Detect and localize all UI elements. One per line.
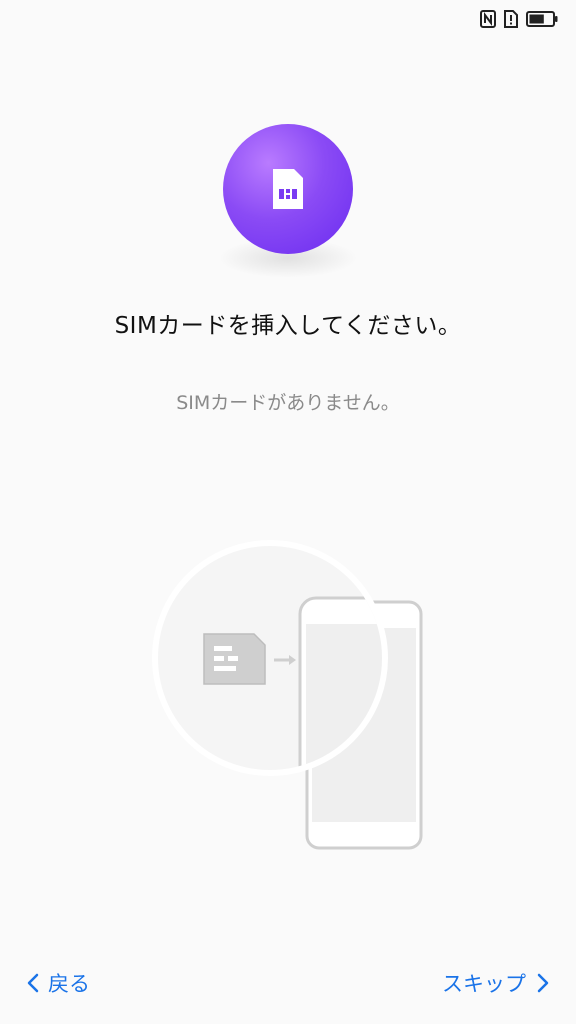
- skip-label: スキップ: [442, 972, 526, 996]
- page-subtitle: SIMカードがありません。: [176, 392, 400, 414]
- sim-card-icon: [270, 167, 306, 211]
- status-bar: [0, 0, 576, 36]
- page-title: SIMカードを挿入してください。: [114, 313, 462, 339]
- nfc-icon: [480, 10, 496, 28]
- chevron-left-icon: [26, 972, 40, 994]
- back-label: 戻る: [48, 972, 90, 996]
- sim-card-icon: [203, 633, 266, 685]
- insert-sim-illustration: [150, 540, 440, 860]
- hero-sim-badge: [223, 124, 353, 254]
- battery-icon: [526, 11, 558, 27]
- chevron-right-icon: [536, 972, 550, 994]
- sim-setup-screen: SIMカードを挿入してください。 SIMカードがありません。 戻る スキップ: [0, 0, 576, 1024]
- back-button[interactable]: 戻る: [26, 968, 90, 998]
- status-icons: [480, 10, 558, 28]
- skip-button[interactable]: スキップ: [442, 968, 550, 998]
- sim-alert-icon: [504, 10, 518, 28]
